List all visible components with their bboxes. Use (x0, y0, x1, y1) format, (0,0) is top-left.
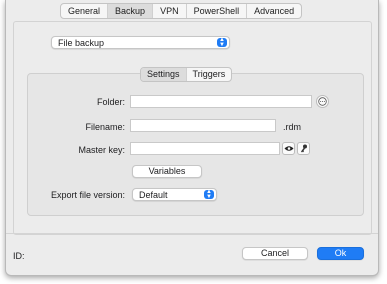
tab-settings[interactable]: Settings (141, 68, 186, 81)
chevron-updown-icon: ▲ ▼ (204, 189, 214, 199)
key-icon (300, 144, 307, 153)
tab-powershell[interactable]: PowerShell (185, 4, 247, 18)
cancel-button[interactable]: Cancel (242, 247, 308, 260)
folder-label: Folder: (96, 97, 125, 107)
eye-icon (284, 146, 293, 151)
export-version-value: Default (139, 190, 168, 200)
browse-folder-button[interactable] (316, 95, 329, 108)
footer-separator (6, 233, 378, 234)
ok-button[interactable]: Ok (317, 247, 364, 260)
filename-suffix: .rdm (283, 122, 301, 132)
export-version-label: Export file version: (50, 190, 125, 200)
tab-general[interactable]: General (61, 4, 107, 18)
backup-type-value: File backup (58, 38, 105, 48)
master-key-label: Master key: (78, 145, 125, 155)
sub-tab-bar: Settings Triggers (140, 67, 233, 82)
tab-vpn[interactable]: VPN (152, 4, 186, 18)
dialog-window: General Backup VPN PowerShell Advanced F… (5, 0, 379, 276)
backup-type-select[interactable]: File backup ▲ ▼ (51, 36, 230, 49)
ellipsis-icon (318, 97, 327, 106)
filename-label: Filename: (85, 122, 125, 132)
id-label: ID: (13, 251, 25, 261)
generate-key-button[interactable] (297, 142, 310, 155)
variables-button[interactable]: Variables (132, 165, 202, 178)
tab-backup[interactable]: Backup (107, 4, 153, 18)
export-version-select[interactable]: Default ▲ ▼ (132, 188, 217, 201)
top-tab-bar: General Backup VPN PowerShell Advanced (60, 3, 303, 19)
filename-field[interactable] (130, 119, 276, 132)
show-password-button[interactable] (282, 142, 295, 155)
master-key-field[interactable] (130, 142, 280, 155)
tab-advanced[interactable]: Advanced (246, 4, 301, 18)
tab-triggers[interactable]: Triggers (185, 68, 232, 81)
folder-field[interactable] (130, 95, 312, 108)
chevron-updown-icon: ▲ ▼ (217, 37, 227, 47)
